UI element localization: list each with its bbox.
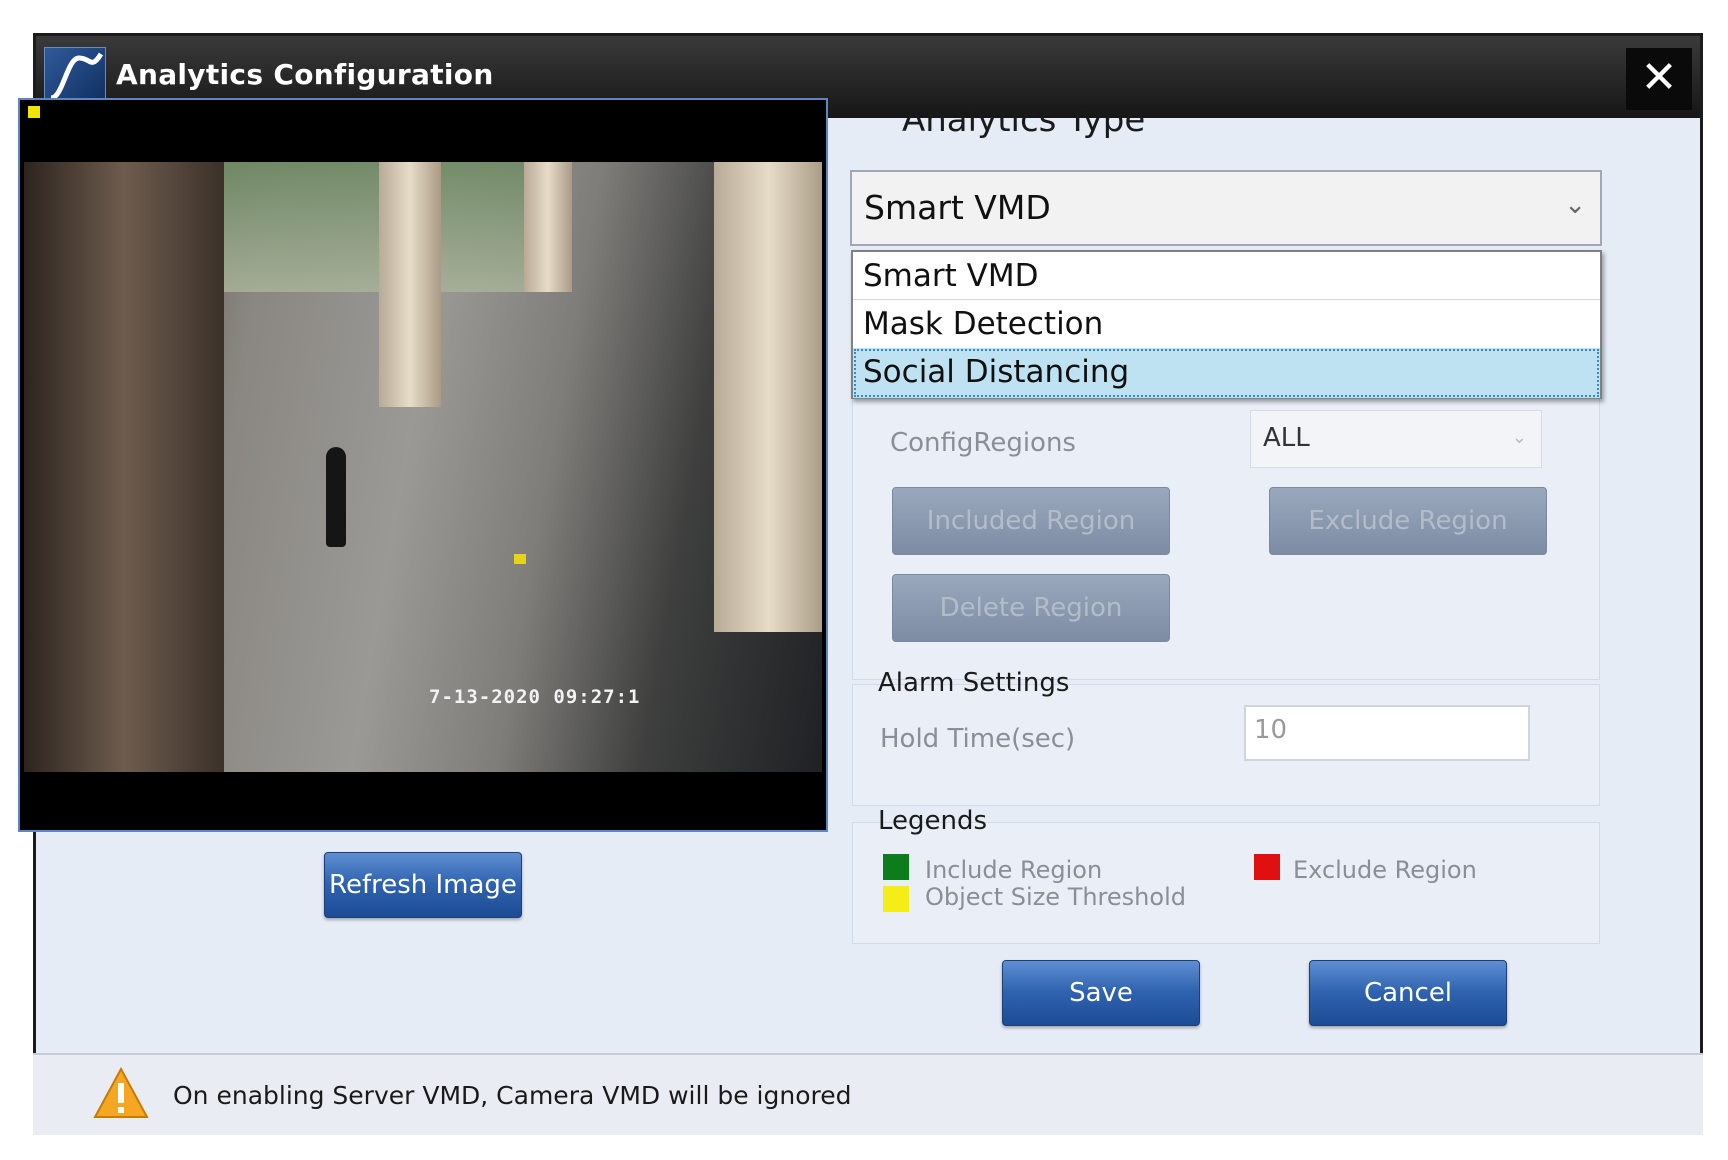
refresh-image-button[interactable]: Refresh Image bbox=[324, 852, 522, 918]
video-timestamp: 7-13-2020 09:27:1 bbox=[429, 686, 641, 708]
exclude-region-button[interactable]: Exclude Region bbox=[1269, 487, 1547, 555]
legend-object-size-threshold: Object Size Threshold bbox=[925, 883, 1186, 911]
legend-include-region: Include Region bbox=[925, 856, 1103, 884]
dropdown-option-mask-detection[interactable]: Mask Detection bbox=[853, 300, 1600, 348]
image-person bbox=[326, 447, 346, 547]
object-size-threshold-marker[interactable] bbox=[24, 102, 44, 122]
analytics-type-dropdown: Smart VMD Mask Detection Social Distanci… bbox=[851, 250, 1602, 399]
config-regions-select[interactable]: ALL ⌄ bbox=[1250, 410, 1542, 468]
analytics-type-value: Smart VMD bbox=[864, 188, 1051, 227]
dropdown-option-smart-vmd[interactable]: Smart VMD bbox=[853, 252, 1600, 300]
image-floor-tag bbox=[514, 554, 526, 564]
cancel-button[interactable]: Cancel bbox=[1309, 960, 1507, 1026]
status-message: On enabling Server VMD, Camera VMD will … bbox=[173, 1081, 852, 1110]
status-bar-wrapper: On enabling Server VMD, Camera VMD will … bbox=[33, 1053, 1703, 1135]
analytics-type-label: Analytics Type bbox=[902, 100, 1146, 140]
camera-preview[interactable]: 7-13-2020 09:27:1 bbox=[18, 98, 828, 832]
warning-icon bbox=[93, 1067, 149, 1118]
legend-exclude-region: Exclude Region bbox=[1293, 856, 1477, 884]
object-size-threshold-swatch bbox=[883, 886, 909, 912]
include-region-swatch bbox=[883, 854, 909, 880]
image-wall bbox=[24, 162, 224, 772]
alarm-settings-title: Alarm Settings bbox=[878, 668, 1070, 698]
image-pillar bbox=[524, 162, 572, 292]
included-region-button[interactable]: Included Region bbox=[892, 487, 1170, 555]
close-button[interactable]: ✕ bbox=[1626, 48, 1692, 110]
close-icon: ✕ bbox=[1640, 52, 1678, 103]
delete-region-button[interactable]: Delete Region bbox=[892, 574, 1170, 642]
save-button[interactable]: Save bbox=[1002, 960, 1200, 1026]
config-regions-label: ConfigRegions bbox=[890, 428, 1076, 458]
exclude-region-swatch bbox=[1254, 854, 1280, 880]
camera-image: 7-13-2020 09:27:1 bbox=[24, 162, 822, 772]
config-regions-value: ALL bbox=[1263, 423, 1310, 453]
image-pillar bbox=[714, 162, 822, 632]
dropdown-option-social-distancing[interactable]: Social Distancing bbox=[853, 348, 1600, 398]
image-pillar bbox=[379, 162, 441, 407]
window-title: Analytics Configuration bbox=[116, 58, 494, 91]
analytics-type-select[interactable]: Smart VMD ⌄ bbox=[850, 170, 1602, 246]
chevron-down-icon: ⌄ bbox=[1564, 190, 1586, 220]
status-bar: On enabling Server VMD, Camera VMD will … bbox=[33, 1053, 1703, 1135]
legends-title: Legends bbox=[878, 806, 988, 836]
hold-time-label: Hold Time(sec) bbox=[880, 724, 1076, 754]
chevron-down-icon: ⌄ bbox=[1511, 427, 1527, 448]
hold-time-input[interactable]: 10 bbox=[1244, 705, 1530, 761]
